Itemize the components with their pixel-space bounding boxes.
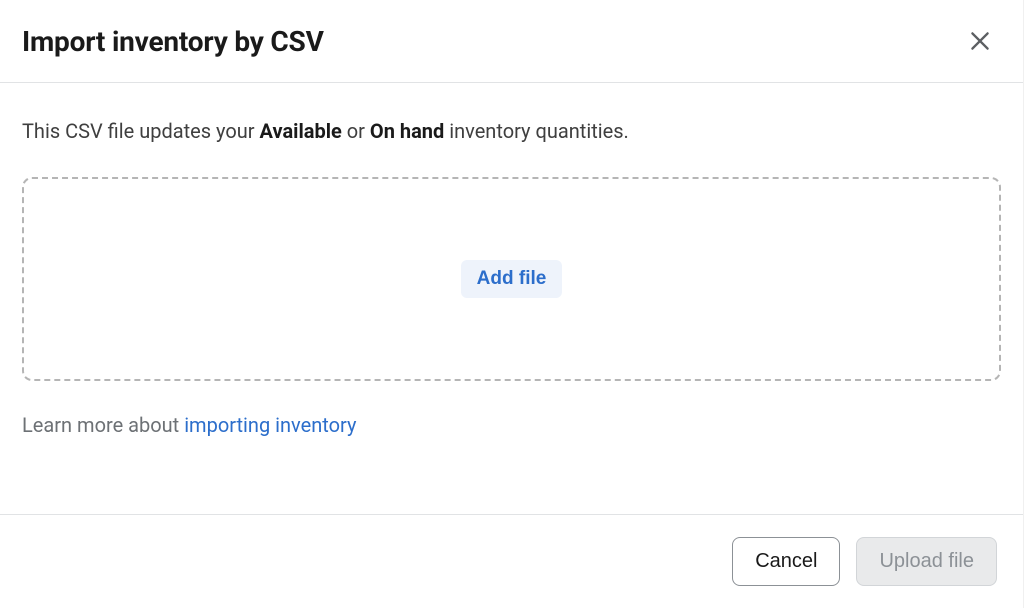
upload-file-button[interactable]: Upload file xyxy=(856,537,997,586)
learn-more-prefix: Learn more about xyxy=(22,413,184,437)
close-button[interactable] xyxy=(963,24,997,58)
description-text: This CSV file updates your Available or … xyxy=(22,117,1001,145)
cancel-button[interactable]: Cancel xyxy=(732,537,840,586)
close-icon xyxy=(967,28,993,54)
add-file-button[interactable]: Add file xyxy=(461,260,563,298)
description-mid: or xyxy=(342,119,370,143)
description-prefix: This CSV file updates your xyxy=(22,119,260,143)
import-inventory-modal: Import inventory by CSV This CSV file up… xyxy=(0,0,1024,608)
modal-title: Import inventory by CSV xyxy=(22,25,324,58)
modal-footer: Cancel Upload file xyxy=(0,514,1023,608)
modal-body: This CSV file updates your Available or … xyxy=(0,83,1023,514)
learn-more-text: Learn more about importing inventory xyxy=(22,413,1001,437)
modal-header: Import inventory by CSV xyxy=(0,0,1023,83)
description-onhand: On hand xyxy=(370,119,444,143)
learn-more-link[interactable]: importing inventory xyxy=(184,413,356,437)
description-available: Available xyxy=(260,119,342,143)
file-dropzone[interactable]: Add file xyxy=(22,177,1001,381)
description-suffix: inventory quantities. xyxy=(444,119,629,143)
